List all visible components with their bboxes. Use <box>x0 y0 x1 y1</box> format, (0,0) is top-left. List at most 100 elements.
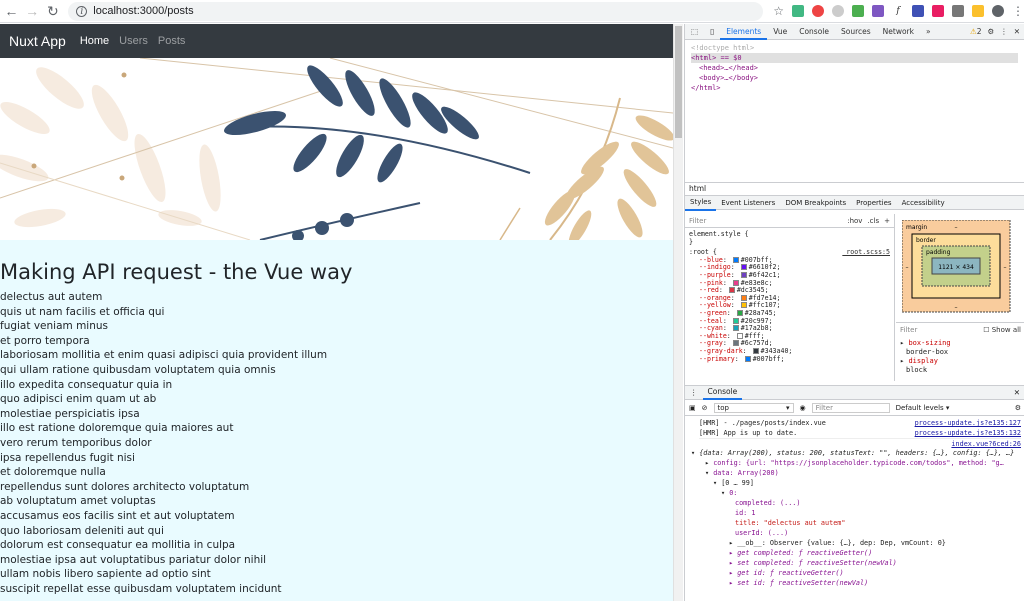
show-all-checkbox[interactable]: ☐ Show all <box>983 326 1021 334</box>
log-index-row[interactable]: ▾ 0: <box>699 488 1021 498</box>
clear-console-icon[interactable]: ⊘ <box>702 404 708 412</box>
cls-toggle[interactable]: .cls <box>867 217 879 225</box>
color-swatch[interactable] <box>736 332 743 339</box>
list-item: delectus aut autem <box>0 291 103 303</box>
extension-icon[interactable] <box>851 5 864 17</box>
eye-icon[interactable]: ◉ <box>800 404 806 412</box>
page-scrollbar[interactable] <box>673 24 683 601</box>
extension-icon[interactable] <box>831 5 844 17</box>
log-range-row[interactable]: ▾ [0 … 99] <box>699 478 1021 488</box>
warning-icon[interactable]: ⚠ <box>970 27 977 36</box>
sidebar-toggle-icon[interactable]: ▣ <box>689 404 696 412</box>
tab-dom-breakpoints[interactable]: DOM Breakpoints <box>780 196 851 210</box>
color-swatch[interactable] <box>736 309 743 316</box>
color-swatch[interactable] <box>732 340 739 347</box>
tab-properties[interactable]: Properties <box>851 196 896 210</box>
color-swatch[interactable] <box>740 271 747 278</box>
hov-toggle[interactable]: :hov <box>847 217 862 225</box>
tab-console-drawer[interactable]: Console <box>702 386 743 400</box>
extension-icon[interactable] <box>911 5 924 17</box>
settings-gear-icon[interactable]: ⚙ <box>987 27 994 36</box>
navbar-brand[interactable]: Nuxt App <box>9 33 66 49</box>
address-bar[interactable]: i localhost:3000/posts <box>68 1 764 21</box>
more-tabs-button[interactable]: » <box>920 24 937 40</box>
color-swatch[interactable] <box>744 355 751 362</box>
menu-kebab-icon[interactable]: ⋮ <box>1012 4 1024 18</box>
devtools-tabbar: ⬚ ▯ Elements Vue Console Sources Network… <box>685 24 1024 40</box>
dom-node[interactable]: <head>…</head> <box>691 63 1018 73</box>
computed-filter-input[interactable]: Filter <box>900 326 917 334</box>
log-object[interactable]: ▾ {data: Array(200), status: 200, status… <box>691 449 1021 458</box>
log-prop-row[interactable]: ▸ set id: ƒ reactiveSetter(newVal) <box>699 578 1021 588</box>
log-prop-row[interactable]: ▸ set completed: ƒ reactiveSetter(newVal… <box>699 558 1021 568</box>
rule-source-link[interactable]: _root.scss:5 <box>842 249 890 257</box>
tab-elements[interactable]: Elements <box>720 24 768 40</box>
tab-network[interactable]: Network <box>877 24 920 40</box>
log-prop-row[interactable]: ▸ get id: ƒ reactiveGetter() <box>699 568 1021 578</box>
color-swatch[interactable] <box>732 256 739 263</box>
color-swatch[interactable] <box>732 317 739 324</box>
vue-devtools-icon[interactable] <box>791 5 804 17</box>
device-toolbar-icon[interactable]: ▯ <box>704 24 720 40</box>
tab-accessibility[interactable]: Accessibility <box>897 196 950 210</box>
message-source[interactable]: process-update.js?e135:127 <box>915 418 1021 428</box>
add-rule-icon[interactable]: + <box>884 217 890 225</box>
function-icon[interactable]: f <box>892 5 904 17</box>
extension-icon[interactable] <box>951 5 964 17</box>
color-swatch[interactable] <box>752 347 759 354</box>
drawer-menu-icon[interactable]: ⋮ <box>685 388 703 397</box>
reload-icon[interactable]: ↻ <box>44 1 63 21</box>
extension-icon[interactable] <box>811 5 824 17</box>
dom-node[interactable]: <body>…</body> <box>691 73 1018 83</box>
console-settings-icon[interactable]: ⚙ <box>1015 404 1021 412</box>
scrollbar-thumb[interactable] <box>675 26 682 138</box>
back-icon[interactable]: ← <box>2 1 21 21</box>
color-swatch[interactable] <box>740 264 747 271</box>
console-drawer: ⋮ Console ✕ ▣ ⊘ top ▾ ◉ Filter Default le… <box>685 385 1024 601</box>
extension-icon[interactable] <box>931 5 944 17</box>
color-swatch[interactable] <box>740 294 747 301</box>
log-data-row[interactable]: ▾ data: Array(200) <box>699 468 1021 478</box>
tab-styles[interactable]: Styles <box>685 195 717 211</box>
dom-node[interactable]: <!doctype html> <box>691 43 1018 53</box>
tab-vue[interactable]: Vue <box>767 24 793 40</box>
log-levels-select[interactable]: Default levels ▾ <box>896 404 950 412</box>
computed-prop[interactable]: ▸ display <box>900 357 1021 366</box>
extension-icon[interactable] <box>971 5 984 17</box>
log-config-row[interactable]: ▸ config: {url: "https://jsonplaceholder… <box>699 458 1021 468</box>
context-select[interactable]: top ▾ <box>713 402 794 413</box>
log-source-link[interactable]: index.vue?6ced:26 <box>699 438 1021 449</box>
styles-filter[interactable]: Filter :hov .cls + <box>685 214 894 228</box>
bookmark-star-icon[interactable]: ☆ <box>773 4 784 18</box>
inspect-element-icon[interactable]: ⬚ <box>685 24 704 40</box>
computed-prop[interactable]: ▸ box-sizing <box>900 339 1021 348</box>
list-item: dolorum est consequatur ea mollitia in c… <box>0 539 236 552</box>
profile-avatar-icon[interactable] <box>991 5 1004 17</box>
nav-link-posts[interactable]: Posts <box>158 35 186 47</box>
color-swatch[interactable] <box>740 302 747 309</box>
color-swatch[interactable] <box>728 287 735 294</box>
kebab-menu-icon[interactable]: ⋮ <box>1000 27 1008 36</box>
console-filter-input[interactable]: Filter <box>811 402 890 413</box>
forward-icon[interactable]: → <box>23 1 42 21</box>
css-variable-row[interactable]: --primary: #007bff; <box>689 355 890 364</box>
color-swatch[interactable] <box>732 325 739 332</box>
message-source[interactable]: process-update.js?e135:132 <box>915 428 1021 438</box>
pencil-icon[interactable] <box>871 5 884 17</box>
element-style-rule[interactable]: element.style { <box>689 230 890 239</box>
dom-node-selected[interactable]: <html> == $0 <box>691 53 1018 63</box>
tab-event-listeners[interactable]: Event Listeners <box>716 196 780 210</box>
tab-console[interactable]: Console <box>793 24 835 40</box>
dom-node[interactable]: </html> <box>691 83 1018 93</box>
styles-filter-input[interactable]: Filter <box>689 217 706 225</box>
nav-link-home[interactable]: Home <box>80 35 109 47</box>
color-swatch[interactable] <box>732 279 739 286</box>
breadcrumb-item[interactable]: html <box>689 184 706 193</box>
tab-sources[interactable]: Sources <box>835 24 877 40</box>
close-icon[interactable]: ✕ <box>1014 27 1020 36</box>
nav-link-users[interactable]: Users <box>119 35 148 47</box>
site-info-icon[interactable]: i <box>76 5 88 17</box>
log-prop-row[interactable]: ▸ get completed: ƒ reactiveGetter() <box>699 548 1021 558</box>
log-prop-row[interactable]: ▸ __ob__: Observer {value: {…}, dep: Dep… <box>699 538 1021 548</box>
close-drawer-icon[interactable]: ✕ <box>1014 388 1020 397</box>
